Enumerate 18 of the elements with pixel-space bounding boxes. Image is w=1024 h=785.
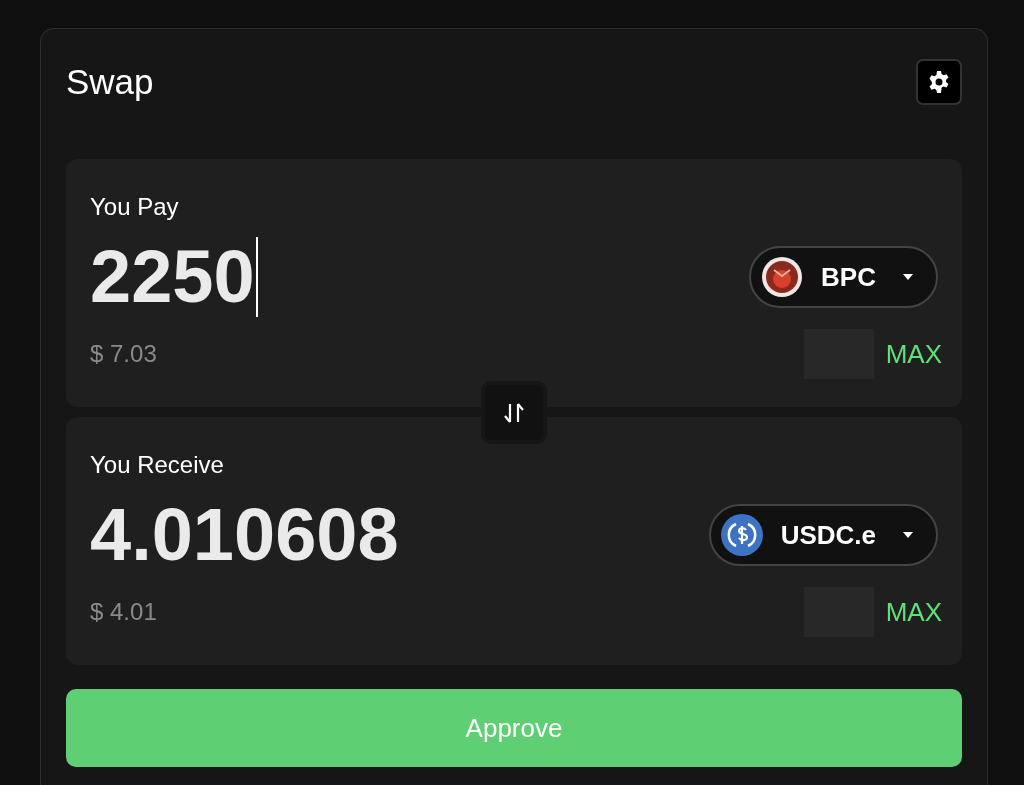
amount-field[interactable]: 4.010608 bbox=[90, 498, 399, 572]
card-title: Swap bbox=[66, 60, 154, 103]
max-button[interactable]: MAX bbox=[885, 592, 942, 632]
caret-icon bbox=[902, 273, 914, 281]
token-icon bbox=[720, 514, 763, 556]
amount-field[interactable]: 2250 bbox=[90, 237, 258, 317]
token-selector[interactable]: BPC bbox=[749, 246, 938, 308]
swap-direction-button[interactable] bbox=[481, 381, 547, 444]
settings-button[interactable] bbox=[916, 59, 962, 105]
token-icon bbox=[761, 256, 804, 298]
settings-icon bbox=[927, 70, 951, 94]
token-selector[interactable]: USDC.e bbox=[708, 504, 938, 566]
usd-value: $ 4.01 bbox=[90, 597, 157, 627]
max-button[interactable]: MAX bbox=[885, 334, 942, 374]
panel-label: You Pay bbox=[90, 192, 180, 219]
usd-value: $ 7.03 bbox=[90, 339, 157, 369]
caret-icon bbox=[902, 531, 914, 539]
panel-label: You Receive bbox=[90, 450, 225, 477]
